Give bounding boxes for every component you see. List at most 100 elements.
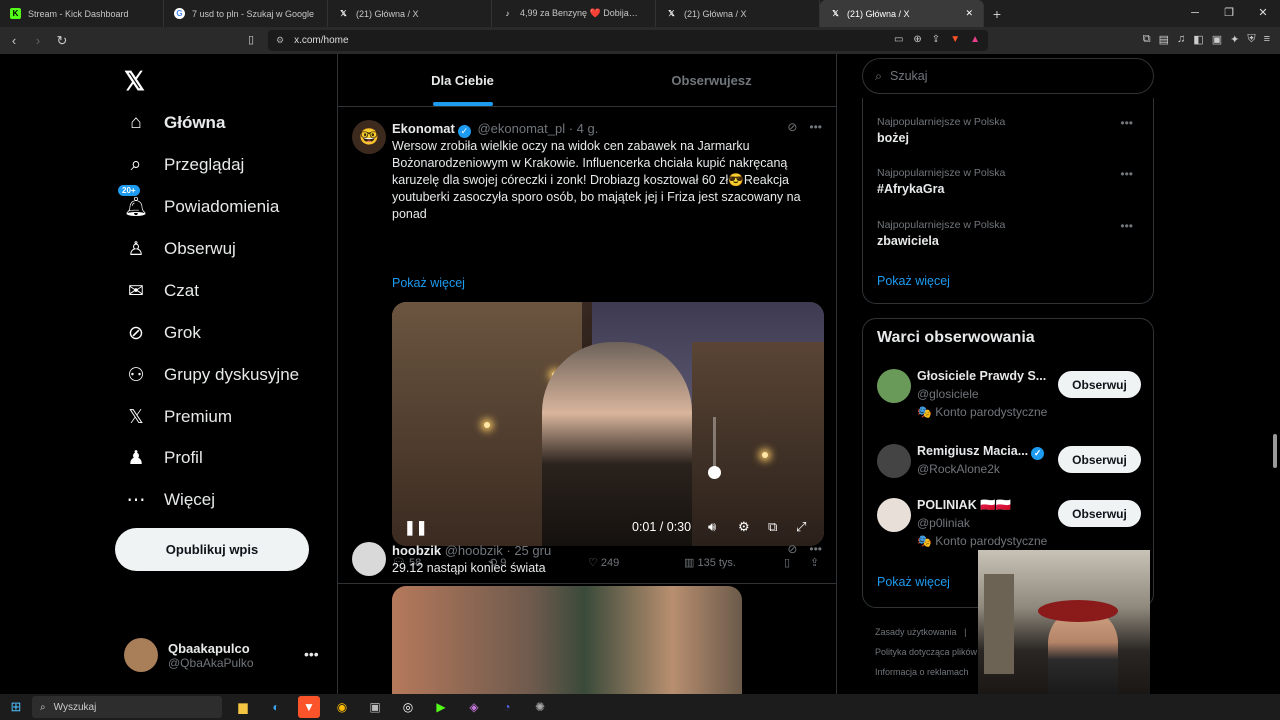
volume-slider-handle[interactable] — [708, 466, 721, 479]
author-name[interactable]: hoobzik — [392, 543, 441, 558]
search-icon: ⌕ — [40, 701, 46, 713]
account-switcher[interactable]: Qbaakapulco @QbaAkaPulko ••• — [124, 638, 319, 672]
wallet-icon[interactable]: ▣ — [1212, 33, 1222, 46]
avatar[interactable]: 🤓 — [352, 120, 386, 154]
back-icon[interactable]: ‹ — [4, 33, 24, 48]
show-more-link[interactable]: Pokaż więcej — [392, 276, 465, 290]
more-icon[interactable]: ••• — [304, 646, 319, 662]
grok-icon[interactable]: ⊘ — [787, 542, 797, 556]
reader-icon[interactable]: ▤ — [1159, 33, 1169, 46]
trend-item[interactable]: Najpopularniejsze w Polska #AfrykaGra ••… — [877, 167, 1141, 196]
sidebar-item-label: Czat — [164, 281, 199, 300]
sidebar-icon[interactable]: ◧ — [1193, 33, 1203, 46]
windows-start-icon[interactable]: ⊞ — [0, 699, 32, 715]
grok-icon[interactable]: ⊘ — [787, 120, 797, 134]
edge-icon[interactable]: ◐ — [265, 696, 287, 718]
search-input[interactable]: ⌕ Szukaj — [862, 58, 1154, 94]
post[interactable]: hoobzik @hoobzik · 25 gru ⊘ ••• 29.12 na… — [338, 530, 836, 706]
x-logo-icon[interactable]: 𝕏 — [124, 66, 145, 97]
close-icon[interactable]: ✕ — [965, 8, 973, 19]
browser-tab[interactable]: K Stream - Kick Dashboard — [0, 0, 164, 27]
taskbar-search[interactable]: ⌕ Wyszukaj — [32, 696, 222, 718]
footer-link[interactable]: Polityka dotycząca plików — [875, 642, 977, 662]
leo-icon[interactable]: ✦ — [1230, 33, 1239, 46]
app-icon[interactable]: ✺ — [529, 696, 551, 718]
follow-button[interactable]: Obserwuj — [1058, 446, 1141, 473]
video-player[interactable]: ❚❚ 0:01 / 0:30 🔊︎ ⚙ ⧉ ⤢ — [392, 302, 824, 546]
vpn-icon[interactable]: ⛨ — [1247, 33, 1255, 46]
more-icon[interactable]: ••• — [809, 542, 822, 556]
post-time[interactable]: · 25 gru — [506, 543, 551, 558]
sidebar-item-more[interactable]: ⋯ Więcej — [124, 480, 216, 520]
brave-shields-icon[interactable]: ▼ — [950, 34, 960, 45]
post-image[interactable] — [392, 586, 742, 706]
footer-link[interactable]: Informacja o reklamach — [875, 662, 977, 682]
forward-icon[interactable]: › — [28, 33, 48, 48]
tab-following[interactable]: Obserwujesz — [587, 54, 836, 106]
avatar[interactable] — [877, 444, 911, 478]
sidebar-item-home[interactable]: ⌂ Główna — [124, 103, 225, 143]
minimize-icon[interactable]: ─ — [1178, 0, 1212, 27]
browser-tab[interactable]: ♪ 4,99 za Benzynę ❤️ Dobijamy do Tyg — [492, 0, 656, 27]
post-time[interactable]: · 4 g. — [569, 121, 599, 136]
show-more-link[interactable]: Pokaż więcej — [877, 274, 950, 288]
extensions-icon[interactable]: ⧉ — [1143, 33, 1151, 46]
more-icon[interactable]: ••• — [809, 120, 822, 134]
browser-tab[interactable]: 𝕏 (21) Główna / X — [656, 0, 820, 27]
share-icon[interactable]: ⇪ — [932, 34, 940, 45]
url-field[interactable]: ⚙ x.com/home ▭ ⊕ ⇪ ▼ ▲ — [268, 30, 988, 51]
browser-tab[interactable]: G 7 usd to pln - Szukaj w Google — [164, 0, 328, 27]
restore-icon[interactable]: ❐ — [1212, 0, 1246, 27]
avatar[interactable] — [877, 498, 911, 532]
close-window-icon[interactable]: ✕ — [1246, 0, 1280, 27]
trend-item[interactable]: Najpopularniejsze w Polska bożej ••• — [877, 116, 1141, 145]
avatar[interactable] — [352, 542, 386, 576]
music-icon[interactable]: ♫ — [1177, 33, 1185, 46]
app-icon[interactable]: ▣ — [364, 696, 386, 718]
app-icon[interactable]: ◈ — [463, 696, 485, 718]
author-handle[interactable]: @hoobzik — [445, 543, 503, 558]
more-icon[interactable]: ••• — [1120, 219, 1133, 233]
post-button[interactable]: Opublikuj wpis — [115, 528, 309, 571]
trend-item[interactable]: Najpopularniejsze w Polska zbawiciela ••… — [877, 219, 1141, 248]
sidebar-item-follow[interactable]: ♙ Obserwuj — [124, 229, 235, 269]
obs-icon[interactable]: ◎ — [397, 696, 419, 718]
kick-icon[interactable]: ▶ — [430, 696, 452, 718]
sidebar-item-notifications[interactable]: 🔔︎ 20+ Powiadomienia — [118, 185, 279, 227]
author-name[interactable]: Ekonomat — [392, 121, 455, 136]
reload-icon[interactable]: ↻ — [52, 33, 72, 49]
follow-button[interactable]: Obserwuj — [1058, 371, 1141, 398]
follow-button[interactable]: Obserwuj — [1058, 500, 1141, 527]
site-settings-icon[interactable]: ⚙ — [276, 35, 284, 46]
window-controls: ─ ❐ ✕ — [1178, 0, 1280, 27]
more-icon[interactable]: ••• — [1120, 167, 1133, 181]
zoom-icon[interactable]: ⊕ — [913, 34, 921, 45]
author-handle[interactable]: @ekonomat_pl — [477, 121, 565, 136]
tab-for-you[interactable]: Dla Ciebie — [338, 54, 587, 106]
chrome-icon[interactable]: ◉ — [331, 696, 353, 718]
sidebar-item-chat[interactable]: ✉ Czat — [124, 271, 199, 311]
brave-icon[interactable]: ▼ — [298, 696, 320, 718]
sidebar-item-grok[interactable]: ⊘ Grok — [124, 313, 201, 353]
sidebar-item-profile[interactable]: ♟ Profil — [124, 438, 202, 478]
sidebar-item-premium[interactable]: 𝕏 Premium — [124, 397, 232, 437]
show-more-link[interactable]: Pokaż więcej — [877, 575, 950, 589]
discord-icon[interactable]: ◔ — [496, 696, 518, 718]
sidebar-item-communities[interactable]: ⚇ Grupy dyskusyjne — [124, 355, 299, 395]
menu-icon[interactable]: ≡ — [1264, 33, 1270, 46]
file-explorer-icon[interactable]: ▆ — [232, 696, 254, 718]
post[interactable]: 🤓 Ekonomat ✓ @ekonomat_pl · 4 g. ⊘ ••• We… — [338, 108, 836, 584]
browser-tab-active[interactable]: 𝕏 (21) Główna / X ✕ — [820, 0, 984, 27]
footer-link[interactable]: Zasady użytkowania — [875, 627, 957, 637]
bookmark-icon[interactable]: ▯ — [248, 33, 254, 46]
more-icon[interactable]: ••• — [1120, 116, 1133, 130]
new-tab-button[interactable]: + — [984, 6, 1010, 22]
scrollbar[interactable] — [1270, 54, 1280, 694]
cast-icon[interactable]: ▭ — [894, 34, 903, 45]
x-icon: 𝕏 — [832, 9, 839, 18]
browser-tab[interactable]: 𝕏 (21) Główna / X — [328, 0, 492, 27]
brave-rewards-icon[interactable]: ▲ — [970, 34, 980, 45]
sidebar-item-explore[interactable]: ⌕ Przeglądaj — [124, 145, 245, 185]
scrollbar-thumb[interactable] — [1273, 434, 1277, 468]
avatar[interactable] — [877, 369, 911, 403]
